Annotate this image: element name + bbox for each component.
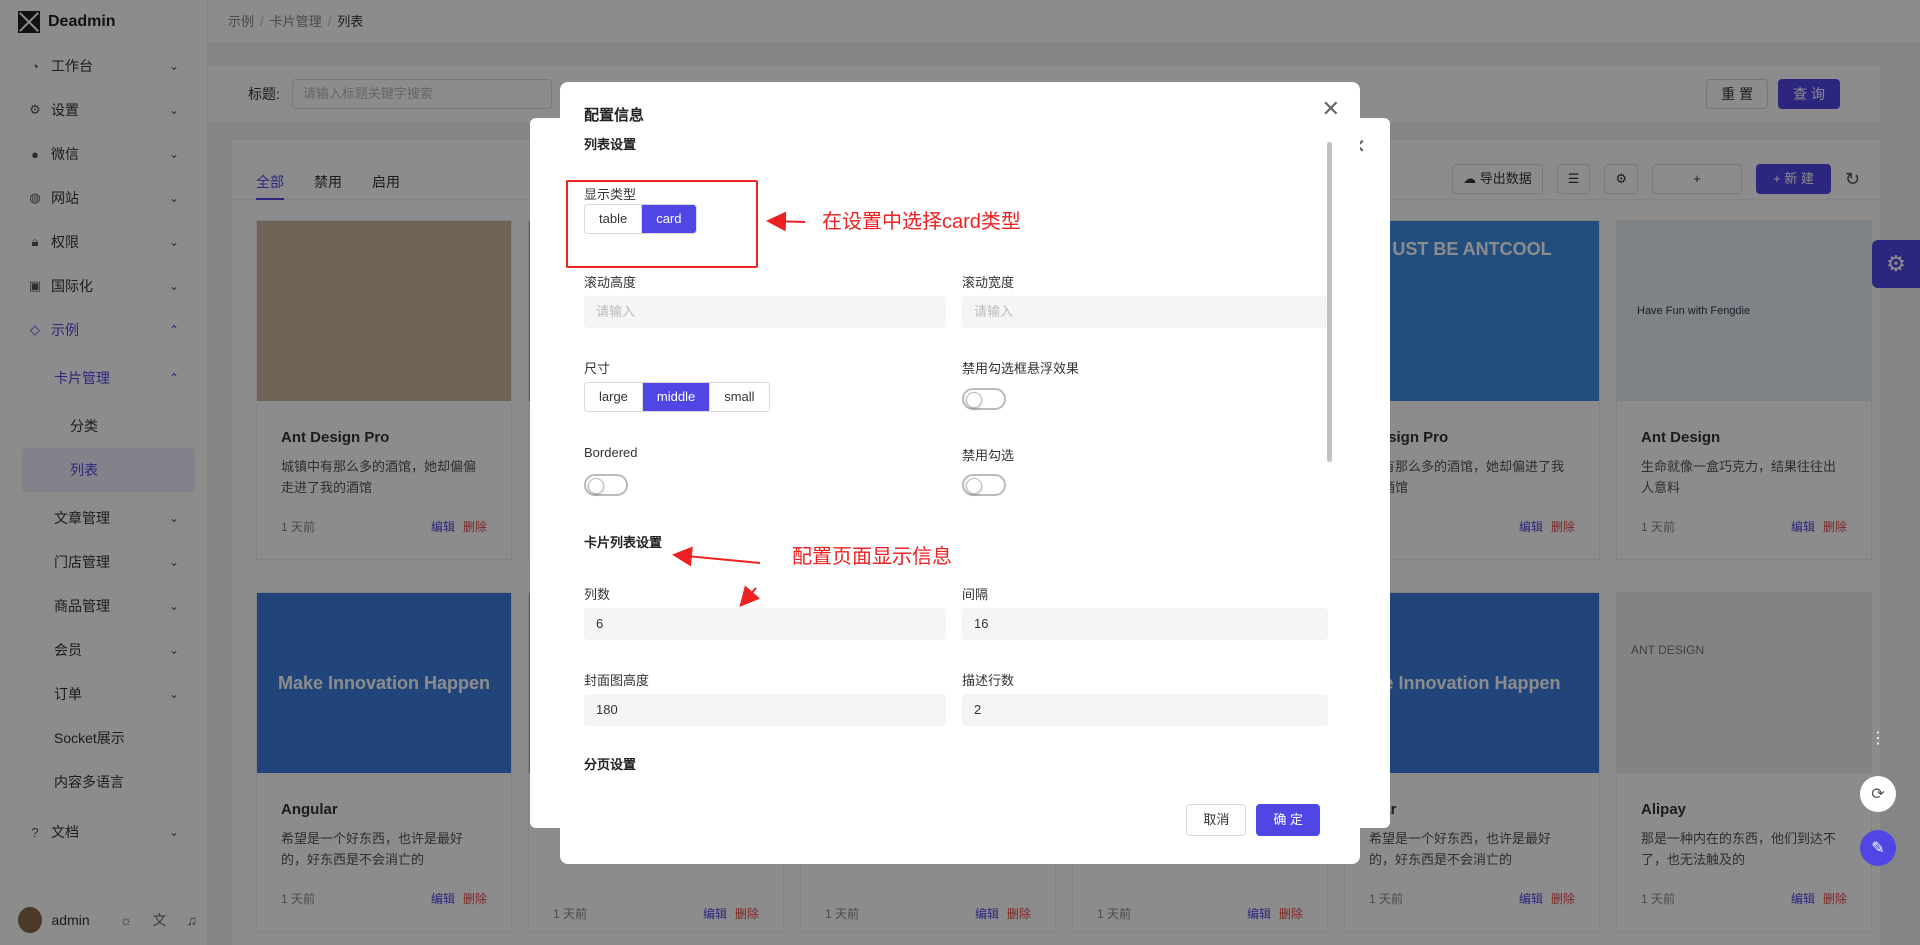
disable-check-label: 禁用勾选 [962, 448, 1015, 463]
disable-hover-label: 禁用勾选框悬浮效果 [962, 361, 1080, 376]
size-segmented: large middle small [584, 382, 770, 412]
disable-hover-switch[interactable] [962, 388, 1006, 410]
size-label: 尺寸 [584, 361, 611, 376]
more-icon[interactable]: ⋮ [1860, 720, 1896, 756]
section-title-list: 列表设置 [584, 137, 637, 152]
scroll-height-label: 滚动高度 [584, 275, 637, 290]
cover-height-input[interactable]: 180 [584, 694, 946, 726]
annotation-highlight-box [566, 180, 758, 268]
section-title-pagination: 分页设置 [584, 757, 637, 772]
close-icon[interactable]: ✕ [1322, 96, 1340, 122]
sync-icon[interactable]: ⟳ [1860, 776, 1896, 812]
annotation-text-2: 配置页面显示信息 [792, 546, 952, 568]
scrollbar-thumb[interactable] [1327, 142, 1332, 462]
ok-button[interactable]: 确 定 [1256, 804, 1320, 836]
bordered-label: Bordered [584, 445, 638, 460]
annotation-text-1: 在设置中选择card类型 [822, 211, 1021, 233]
desc-rows-label: 描述行数 [962, 673, 1015, 688]
columns-label: 列数 [584, 587, 611, 602]
scroll-height-input[interactable]: 请输入 [584, 296, 946, 328]
desc-rows-input[interactable]: 2 [962, 694, 1328, 726]
size-middle[interactable]: middle [642, 383, 711, 411]
disable-check-switch[interactable] [962, 474, 1006, 496]
bordered-switch[interactable] [584, 474, 628, 496]
modal-footer: 取消 确 定 [1186, 804, 1320, 836]
section-title-card-list: 卡片列表设置 [584, 535, 663, 550]
theme-brush-icon[interactable]: ✎ [1860, 830, 1896, 866]
scroll-width-input[interactable]: 请输入 [962, 296, 1328, 328]
gap-input[interactable]: 16 [962, 608, 1328, 640]
modal-title: 配置信息 [584, 107, 645, 124]
size-large[interactable]: large [585, 383, 643, 411]
cover-height-label: 封面图高度 [584, 673, 650, 688]
modal-scrollbar[interactable] [1326, 134, 1334, 778]
cancel-button[interactable]: 取消 [1186, 804, 1247, 836]
gap-label: 间隔 [962, 587, 989, 602]
size-small[interactable]: small [710, 383, 769, 411]
scroll-width-label: 滚动宽度 [962, 275, 1015, 290]
columns-input[interactable]: 6 [584, 608, 946, 640]
